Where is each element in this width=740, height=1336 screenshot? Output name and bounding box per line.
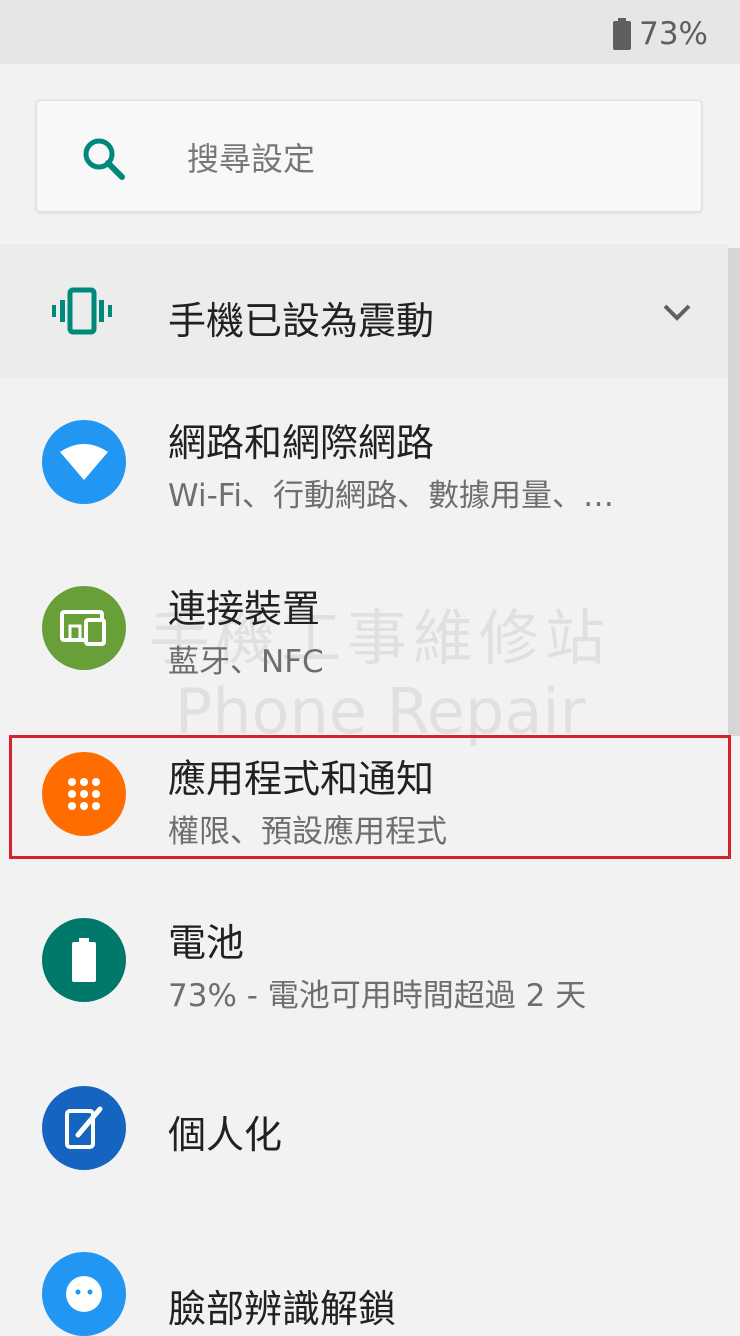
search-icon	[81, 136, 127, 186]
personalize-icon	[42, 1086, 126, 1170]
settings-item-title: 臉部辨識解鎖	[168, 1287, 397, 1331]
settings-item-network[interactable]: 網路和網際網路 Wi-Fi、行動網路、數據用量、…	[0, 398, 728, 534]
chevron-down-icon[interactable]	[662, 302, 692, 326]
highlight-box	[9, 735, 731, 859]
settings-item-title: 連接裝置	[168, 587, 321, 631]
battery-icon	[42, 918, 126, 1002]
scrollbar[interactable]	[728, 248, 740, 736]
devices-icon	[42, 586, 126, 670]
search-placeholder[interactable]: 搜尋設定	[187, 134, 315, 180]
settings-item-title: 網路和網際網路	[168, 421, 435, 465]
settings-item-battery[interactable]: 電池 73% - 電池可用時間超過 2 天	[0, 900, 728, 1036]
battery-percent: 73%	[639, 16, 708, 52]
condition-label: 手機已設為震動	[168, 299, 435, 343]
settings-item-subtitle: 藍牙、NFC	[168, 644, 324, 680]
search-bar[interactable]: 搜尋設定	[36, 100, 702, 212]
settings-item-title: 電池	[168, 921, 245, 965]
settings-item-connected-devices[interactable]: 連接裝置 藍牙、NFC	[0, 564, 728, 700]
battery-icon	[613, 18, 632, 50]
condition-vibrate[interactable]: 手機已設為震動	[0, 244, 728, 378]
face-icon	[42, 1252, 126, 1336]
settings-item-title: 個人化	[168, 1113, 283, 1157]
settings-item-subtitle: 73% - 電池可用時間超過 2 天	[168, 978, 587, 1014]
wifi-icon	[42, 420, 126, 504]
status-bar: 73%	[0, 0, 740, 64]
settings-item-subtitle: Wi-Fi、行動網路、數據用量、…	[168, 478, 614, 514]
battery-status: 73%	[613, 14, 708, 54]
settings-item-personalization[interactable]: 個人化	[0, 1068, 728, 1194]
settings-item-face-unlock[interactable]: 臉部辨識解鎖	[0, 1236, 728, 1336]
vibrate-icon	[52, 286, 112, 340]
